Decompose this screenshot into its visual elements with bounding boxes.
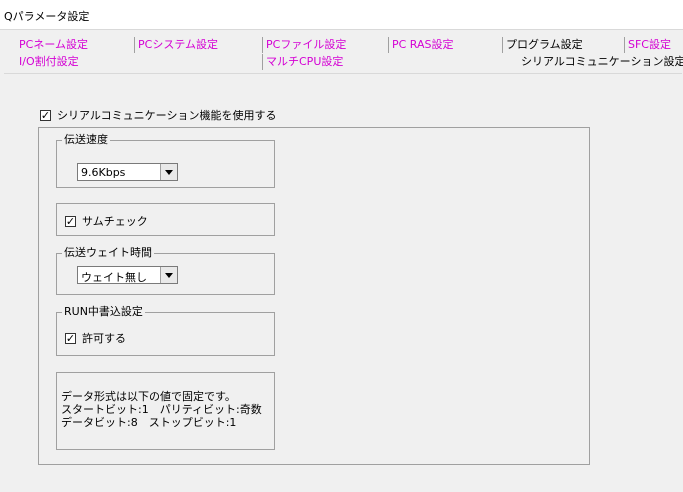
tab-sfc[interactable]: SFC設定: [624, 37, 682, 53]
sumcheck-checkbox[interactable]: ✓ サムチェック: [65, 213, 148, 229]
speed-group: 伝送速度 9.6Kbps: [56, 133, 275, 188]
run-write-label: 許可する: [82, 332, 126, 345]
check-icon: ✓: [65, 214, 76, 228]
wait-group: 伝送ウェイト時間 ウェイト無し: [56, 246, 275, 295]
tab-io-assignment[interactable]: I/O割付設定: [16, 54, 262, 70]
note-line-3: データビット:8 ストップビット:1: [61, 416, 237, 429]
note-line-2: スタートビット:1 パリティビット:奇数: [61, 403, 262, 416]
run-write-checkbox[interactable]: ✓ 許可する: [65, 330, 126, 346]
sumcheck-label: サムチェック: [82, 215, 148, 228]
wait-value: ウェイト無し: [81, 271, 147, 284]
speed-legend: 伝送速度: [62, 133, 110, 147]
run-write-group: RUN中書込設定 ✓ 許可する: [56, 305, 275, 356]
check-icon: ✓: [65, 331, 76, 345]
speed-select[interactable]: 9.6Kbps: [77, 163, 178, 181]
tab-pc-ras[interactable]: PC RAS設定: [388, 37, 502, 53]
tab-program[interactable]: プログラム設定: [502, 37, 624, 53]
title-bar: Qパラメータ設定: [0, 0, 683, 30]
window-title: Qパラメータ設定: [4, 10, 90, 23]
note-line-1: データ形式は以下の値で固定です。: [61, 390, 236, 403]
enable-serial-checkbox[interactable]: ✓ シリアルコミュニケーション機能を使用する: [40, 107, 276, 123]
tab-serial-communication[interactable]: シリアルコミュニケーション設定: [518, 54, 683, 70]
wait-select[interactable]: ウェイト無し: [77, 266, 178, 284]
wait-legend: 伝送ウェイト時間: [62, 246, 154, 260]
check-icon: ✓: [40, 108, 51, 122]
tab-pc-system[interactable]: PCシステム設定: [134, 37, 262, 53]
run-write-legend: RUN中書込設定: [62, 305, 145, 319]
tab-multi-cpu[interactable]: マルチCPU設定: [262, 54, 514, 70]
tab-pc-name[interactable]: PCネーム設定: [16, 37, 134, 53]
chevron-down-icon[interactable]: [160, 267, 177, 283]
data-format-note: データ形式は以下の値で固定です。 スタートビット:1 パリティビット:奇数 デー…: [56, 372, 275, 450]
sumcheck-group: ✓ サムチェック: [56, 203, 275, 236]
enable-serial-label: シリアルコミュニケーション機能を使用する: [57, 109, 277, 122]
chevron-down-icon[interactable]: [160, 164, 177, 180]
speed-value: 9.6Kbps: [81, 166, 126, 179]
tab-pc-file[interactable]: PCファイル設定: [262, 37, 388, 53]
